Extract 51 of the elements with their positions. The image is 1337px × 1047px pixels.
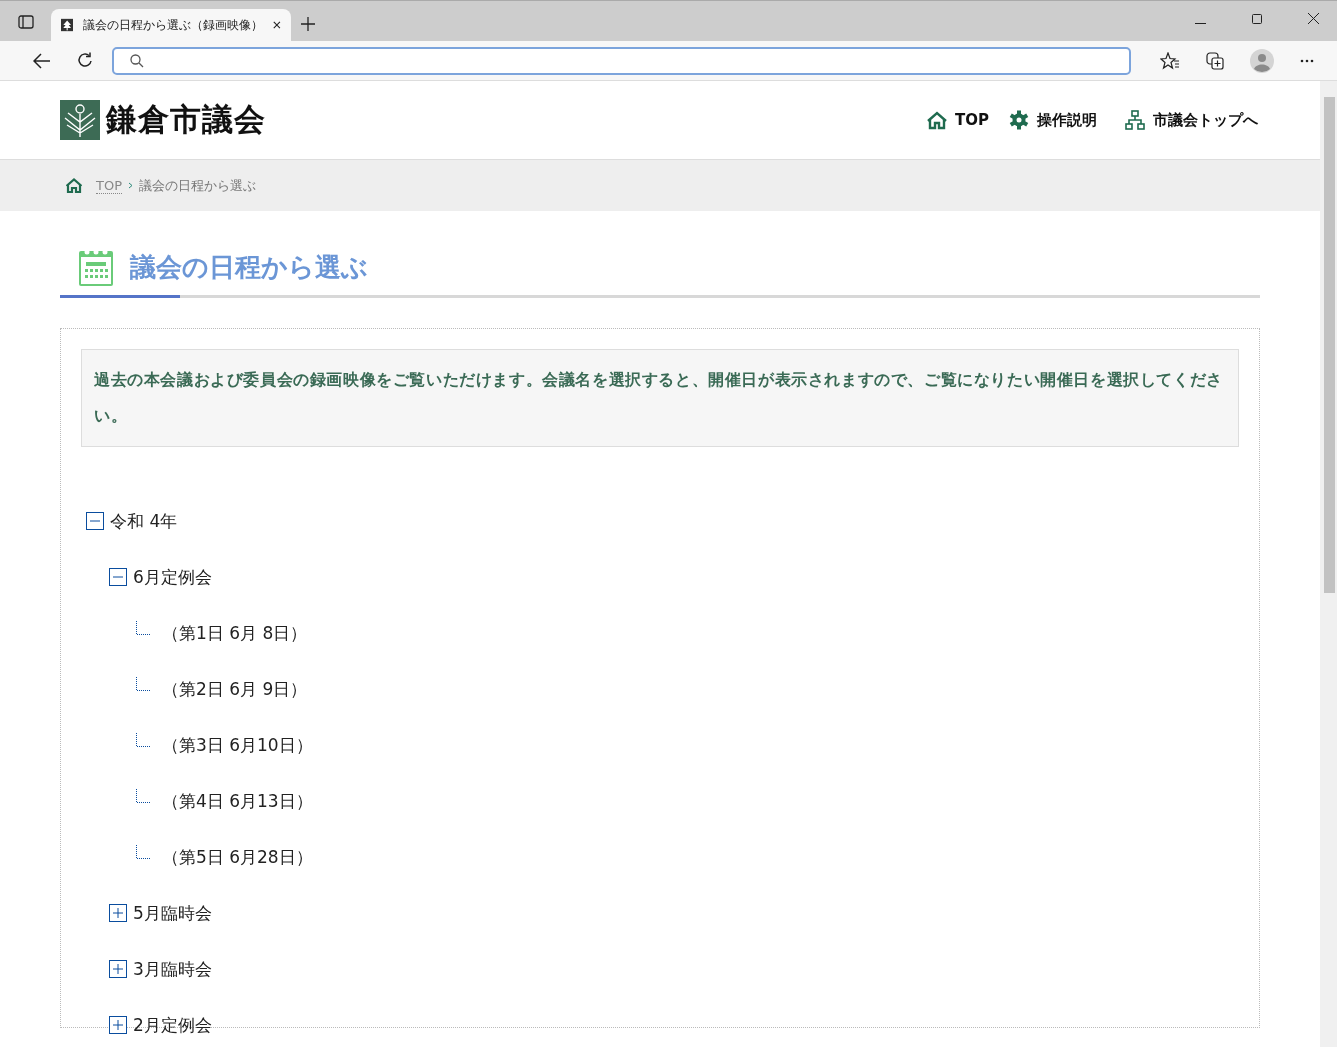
tree-node-label[interactable]: 令和 4年 — [110, 509, 178, 533]
tree-connector — [136, 677, 150, 691]
date-link[interactable]: （第2日 6月 9日） — [162, 677, 308, 701]
date-link[interactable]: （第1日 6月 8日） — [162, 621, 308, 645]
close-tab-icon[interactable] — [273, 20, 281, 30]
collections-icon[interactable] — [1206, 51, 1224, 70]
tab-actions-icon[interactable] — [18, 15, 34, 29]
expand-icon[interactable] — [109, 904, 127, 922]
scrollbar[interactable] — [1320, 81, 1337, 1047]
breadcrumb-current: 議会の日程から選ぶ — [139, 176, 256, 195]
favorites-icon[interactable] — [1160, 51, 1180, 70]
refresh-icon[interactable] — [77, 52, 94, 69]
nav-link[interactable]: 操作説明 — [1009, 110, 1097, 130]
gear-icon — [1009, 110, 1029, 130]
tree-connector — [136, 789, 150, 803]
expand-icon[interactable] — [109, 1016, 127, 1034]
tree-node-label[interactable]: 2月定例会 — [133, 1013, 212, 1037]
back-icon[interactable] — [33, 52, 51, 69]
logo-emblem-icon — [60, 100, 100, 140]
tree-node-label[interactable]: 6月定例会 — [133, 565, 212, 589]
scrollbar-thumb[interactable] — [1324, 97, 1335, 593]
profile-avatar-icon[interactable] — [1250, 48, 1274, 73]
collapse-icon[interactable] — [109, 568, 127, 586]
nav-link[interactable]: 市議会トップへ — [1125, 110, 1258, 130]
expand-icon[interactable] — [109, 960, 127, 978]
date-link[interactable]: （第5日 6月28日） — [162, 845, 313, 869]
tree-connector — [136, 733, 150, 747]
tree-connector — [136, 845, 150, 859]
close-window-icon[interactable] — [1308, 13, 1319, 24]
notice-text: 過去の本会議および委員会の録画映像をご覧いただけます。会議名を選択すると、開催日が表示されますので、ご覧になりたい開催日を選択してください。 — [81, 349, 1239, 447]
more-menu-icon[interactable] — [1300, 58, 1314, 63]
sitemap-icon — [1125, 110, 1145, 130]
home-icon — [927, 110, 947, 130]
nav-link[interactable]: TOP — [927, 110, 989, 130]
tree-node-label[interactable]: 3月臨時会 — [133, 957, 212, 981]
collapse-icon[interactable] — [86, 512, 104, 530]
browser-tab[interactable]: 議会の日程から選ぶ（録画映像） — [51, 9, 291, 41]
page-title: 議会の日程から選ぶ — [130, 250, 368, 284]
tree-node-label[interactable]: 5月臨時会 — [133, 901, 212, 925]
breadcrumb-separator-icon — [128, 182, 133, 189]
search-icon — [130, 53, 144, 68]
address-bar[interactable] — [112, 46, 1131, 75]
tree-connector — [136, 621, 150, 635]
new-tab-icon[interactable] — [301, 17, 315, 31]
site-logo-text[interactable]: 鎌倉市議会 — [106, 99, 266, 141]
date-link[interactable]: （第3日 6月10日） — [162, 733, 313, 757]
favicon-icon — [61, 17, 74, 33]
date-link[interactable]: （第4日 6月13日） — [162, 789, 313, 813]
home-icon[interactable] — [66, 178, 82, 193]
maximize-icon[interactable] — [1252, 14, 1262, 24]
tab-title: 議会の日程から選ぶ（録画映像） — [83, 16, 264, 34]
